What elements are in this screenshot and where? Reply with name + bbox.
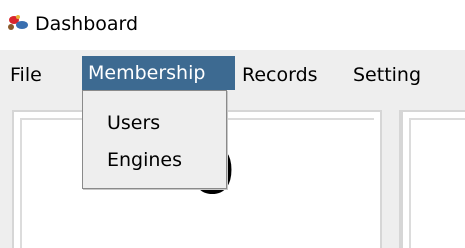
secondary-panel-inner	[409, 118, 465, 248]
app-logo-icon	[5, 12, 31, 34]
menu-file[interactable]: File	[7, 59, 45, 91]
secondary-panel	[399, 110, 465, 248]
window-title: Dashboard	[35, 13, 139, 35]
membership-dropdown-menu: Users Engines	[82, 90, 227, 189]
menu-membership[interactable]: Membership	[82, 56, 235, 90]
menu-item-engines[interactable]: Engines	[107, 145, 182, 175]
window-titlebar: Dashboard	[0, 0, 465, 50]
menu-setting[interactable]: Setting	[350, 59, 424, 91]
menu-records[interactable]: Records	[239, 59, 321, 91]
menu-item-users[interactable]: Users	[107, 108, 160, 138]
